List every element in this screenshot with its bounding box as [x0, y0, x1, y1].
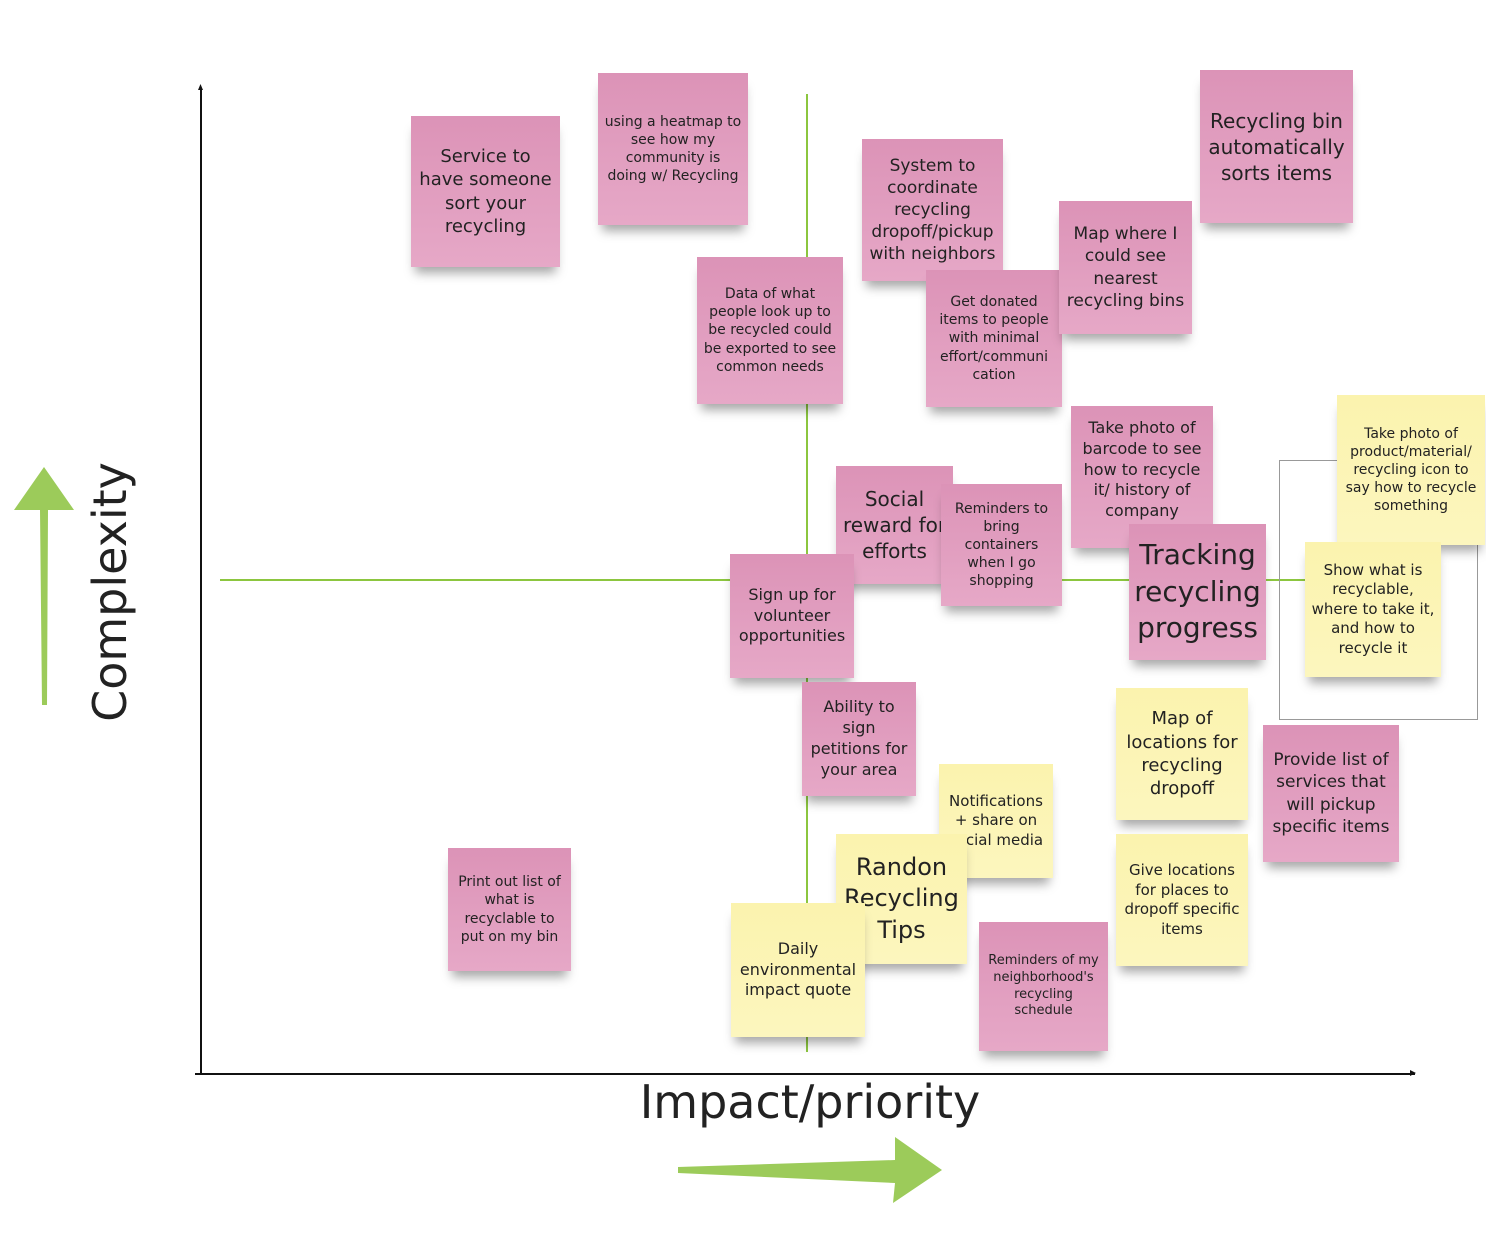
x-axis-arrowhead [1410, 1070, 1416, 1076]
sticky-note[interactable]: Data of what people look up to be recycl… [697, 257, 843, 404]
y-axis-arrowhead [198, 84, 203, 90]
sticky-note[interactable]: Sign up for volunteer opportunities [730, 554, 854, 678]
sticky-note[interactable]: Show what is recyclable, where to take i… [1305, 542, 1441, 677]
sticky-note[interactable]: Take photo of product/material/ recyclin… [1337, 395, 1485, 545]
sticky-note[interactable]: Reminders of my neighborhood's recycling… [979, 922, 1108, 1051]
sticky-note[interactable]: Print out list of what is recyclable to … [448, 848, 571, 971]
sticky-note[interactable]: Ability to sign petitions for your area [802, 682, 916, 796]
sticky-note[interactable]: Give locations for places to dropoff spe… [1116, 834, 1248, 966]
sticky-note[interactable]: Tracking recycling progress [1129, 524, 1266, 660]
complexity-arrow-icon [14, 467, 74, 705]
sticky-note[interactable]: Get donated items to people with minimal… [926, 270, 1062, 407]
sticky-note[interactable]: Reminders to bring containers when I go … [941, 484, 1062, 606]
sticky-note[interactable]: Recycling bin automatically sorts items [1200, 70, 1353, 223]
sticky-note[interactable]: Service to have someone sort your recycl… [411, 116, 560, 267]
impact-arrow-icon [678, 1137, 942, 1203]
y-axis-label: Complexity [83, 462, 137, 722]
sticky-note[interactable]: Map of locations for recycling dropoff [1116, 688, 1248, 820]
sticky-note[interactable]: using a heatmap to see how my community … [598, 73, 748, 225]
sticky-note[interactable]: System to coordinate recycling dropoff/p… [862, 139, 1003, 281]
x-axis-label: Impact/priority [639, 1075, 981, 1129]
sticky-note[interactable]: Map where I could see nearest recycling … [1059, 201, 1192, 334]
sticky-note[interactable]: Provide list of services that will picku… [1263, 725, 1399, 862]
sticky-note[interactable]: Daily environmental impact quote [731, 903, 865, 1037]
